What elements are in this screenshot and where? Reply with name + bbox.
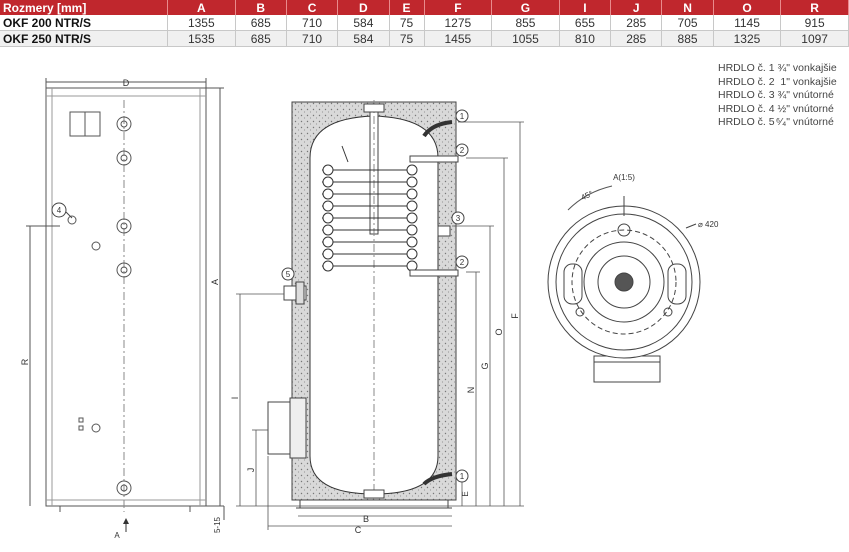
port-number: 1 <box>460 472 465 481</box>
port-number: 3 <box>456 214 461 223</box>
side-view-labels: D A R A 5-15 4 <box>20 78 222 540</box>
angle-label: 45° <box>580 189 595 202</box>
side-view <box>26 78 225 532</box>
dim-label: N <box>466 387 476 394</box>
dim-label: C <box>355 525 362 535</box>
port-number: 1 <box>460 112 465 121</box>
top-view <box>547 185 701 383</box>
section-view <box>267 100 459 509</box>
dim-label: A <box>210 279 220 285</box>
dim-label: F <box>510 313 520 319</box>
dim-label: D <box>123 78 130 88</box>
circulation-port <box>437 225 451 237</box>
side-sensor <box>91 423 101 433</box>
dim-label: I <box>230 397 240 400</box>
anode-port <box>67 215 77 225</box>
port-number: 2 <box>460 146 465 155</box>
dim-label: E <box>461 491 470 496</box>
dim-label: 5-15 <box>213 516 222 533</box>
dim-label: O <box>494 328 504 335</box>
dim-label: B <box>363 514 369 524</box>
port-number: 4 <box>57 206 62 215</box>
tank-outline <box>45 87 207 507</box>
view-label: A(1:5) <box>613 173 635 182</box>
port-number: 5 <box>286 270 291 279</box>
port-number: 2 <box>460 258 465 267</box>
coil-inlet-pipe <box>409 155 459 163</box>
dim-label: J <box>246 468 256 473</box>
diameter-label: ⌀ 420 <box>698 220 719 229</box>
dim-label: G <box>480 362 490 369</box>
view-arrow-label: A <box>114 531 120 540</box>
coil-outlet-pipe <box>409 269 459 277</box>
technical-drawing: D A R A 5-15 4 1 2 3 2 1 5 B C F O G N I… <box>20 78 719 540</box>
flange-housing <box>593 355 661 383</box>
dim-label: R <box>20 358 30 365</box>
anode-center <box>614 272 634 292</box>
side-sensor <box>91 241 101 251</box>
